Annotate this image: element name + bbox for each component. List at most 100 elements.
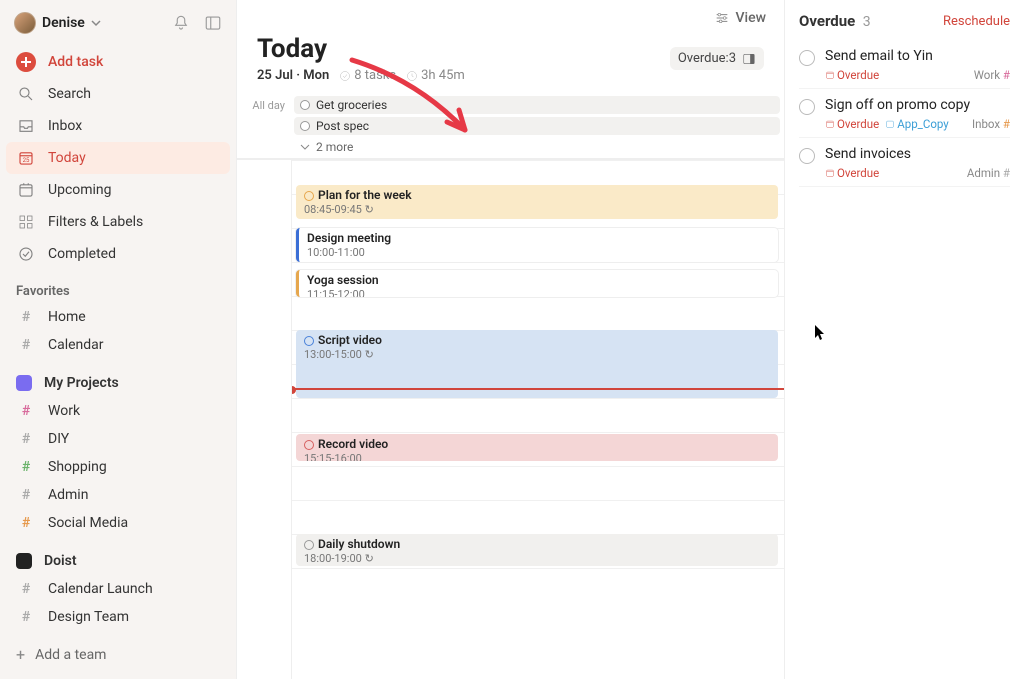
date-label: 25 Jul · Mon: [257, 68, 329, 83]
recurring-icon: ↻: [365, 552, 374, 565]
calendar-event[interactable]: Yoga session11:15-12:00: [296, 270, 778, 297]
recurring-icon: ↻: [365, 348, 374, 361]
calendar-event[interactable]: Plan for the week08:45-09:45 ↻: [296, 185, 778, 219]
page-title: Today: [257, 34, 465, 64]
task-ring[interactable]: [304, 440, 314, 450]
add-task-button[interactable]: Add task: [6, 46, 230, 78]
doist-avatar: [16, 553, 32, 569]
sidebar-item-shopping[interactable]: #Shopping: [6, 453, 230, 481]
hash-icon: #: [16, 403, 36, 419]
task-ring[interactable]: [300, 100, 310, 110]
plus-icon: [16, 52, 36, 72]
allday-more[interactable]: 2 more: [294, 138, 780, 156]
sidebar-item-completed[interactable]: Completed: [6, 238, 230, 270]
task-ring[interactable]: [300, 121, 310, 131]
hour-row: 15:00: [292, 398, 784, 432]
panel-icon: [742, 52, 756, 66]
task-count: 8 tasks: [339, 68, 396, 83]
sidebar: Denise Add taskSearchInbox25TodayUpcomin…: [0, 0, 237, 679]
svg-text:25: 25: [23, 157, 30, 164]
now-indicator: 14:45: [292, 388, 784, 390]
sidebar-item-inbox[interactable]: Inbox: [6, 110, 230, 142]
user-name: Denise: [42, 15, 85, 31]
hash-icon: #: [1003, 68, 1010, 82]
inbox-icon: [16, 116, 36, 136]
hash-icon: #: [16, 609, 36, 625]
overdue-item[interactable]: Send invoicesOverdueAdmin #: [799, 138, 1010, 187]
hour-row: 17:00: [292, 466, 784, 500]
allday-row: All day Get groceriesPost spec2 more: [237, 93, 784, 159]
overdue-chip[interactable]: Overdue:3: [670, 47, 764, 70]
hash-icon: #: [16, 515, 36, 531]
task-ring[interactable]: [304, 191, 314, 201]
hash-icon: #: [16, 581, 36, 597]
hash-icon: #: [16, 309, 36, 325]
calendar-event[interactable]: Design meeting10:00-11:00: [296, 228, 778, 262]
today-icon: 25: [16, 148, 36, 168]
chevron-down-icon: [91, 18, 101, 28]
overdue-tag: Overdue: [825, 117, 879, 131]
overdue-tag: Overdue: [825, 166, 879, 180]
sidebar-item-search[interactable]: Search: [6, 78, 230, 110]
doist-header[interactable]: Doist: [0, 547, 236, 575]
sliders-icon: [714, 10, 730, 26]
overdue-panel: Overdue 3 Reschedule Send email to YinOv…: [784, 0, 1024, 679]
hour-row: 12:00: [292, 296, 784, 330]
overdue-count: 3: [863, 14, 871, 30]
hour-row: 20:00: [292, 568, 784, 602]
sidebar-item-calendar-launch[interactable]: #Calendar Launch: [6, 575, 230, 603]
task-ring[interactable]: [304, 540, 314, 550]
hash-icon: #: [16, 487, 36, 503]
allday-event[interactable]: Post spec: [294, 117, 780, 135]
sidebar-item-admin[interactable]: #Admin: [6, 481, 230, 509]
project-label: Work #: [974, 68, 1010, 82]
sidebar-item-design-team[interactable]: #Design Team: [6, 603, 230, 631]
sidebar-item-calendar[interactable]: #Calendar: [6, 331, 230, 359]
favorites-label: Favorites: [0, 270, 236, 303]
sidebar-toggle-icon[interactable]: [204, 14, 222, 32]
calendar-event[interactable]: Record video15:15-16:00: [296, 434, 778, 461]
sidebar-item-today[interactable]: 25Today: [6, 142, 230, 174]
sidebar-item-home[interactable]: #Home: [6, 303, 230, 331]
app-tag: App_Copy: [885, 117, 949, 131]
search-icon: [16, 84, 36, 104]
main: View Today 25 Jul · Mon 8 tasks 3h 4: [237, 0, 784, 679]
overdue-item[interactable]: Send email to YinOverdueWork #: [799, 40, 1010, 89]
user-menu[interactable]: Denise: [14, 12, 101, 34]
reschedule-button[interactable]: Reschedule: [943, 14, 1010, 29]
my-projects-header[interactable]: My Projects: [0, 369, 236, 397]
upcoming-icon: [16, 180, 36, 200]
my-projects-avatar: [16, 375, 32, 391]
sidebar-item-diy[interactable]: #DIY: [6, 425, 230, 453]
project-label: Admin #: [967, 166, 1010, 180]
sidebar-item-upcoming[interactable]: Upcoming: [6, 174, 230, 206]
task-ring[interactable]: [304, 336, 314, 346]
view-button[interactable]: View: [714, 10, 767, 26]
hash-icon: #: [1003, 117, 1010, 131]
overdue-item[interactable]: Sign off on promo copyOverdueApp_CopyInb…: [799, 89, 1010, 138]
sidebar-item-filters-labels[interactable]: Filters & Labels: [6, 206, 230, 238]
hash-icon: #: [16, 337, 36, 353]
task-ring[interactable]: [799, 50, 815, 66]
hash-icon: #: [16, 431, 36, 447]
sidebar-item-work[interactable]: #Work: [6, 397, 230, 425]
hash-icon: #: [1003, 166, 1010, 180]
sidebar-item-social-media[interactable]: #Social Media: [6, 509, 230, 537]
chevron-down-icon: [300, 142, 310, 152]
hour-row: 18:00: [292, 500, 784, 534]
project-label: Inbox #: [972, 117, 1010, 131]
avatar: [14, 12, 36, 34]
task-ring[interactable]: [799, 148, 815, 164]
calendar-event[interactable]: Daily shutdown18:00-19:00 ↻: [296, 534, 778, 566]
check-circle-icon: [339, 70, 351, 82]
add-team-button[interactable]: + Add a team: [6, 637, 230, 672]
overdue-title: Overdue: [799, 12, 855, 30]
notifications-icon[interactable]: [172, 14, 190, 32]
recurring-icon: ↻: [365, 203, 374, 216]
overdue-tag: Overdue: [825, 68, 879, 82]
task-ring[interactable]: [799, 99, 815, 115]
filters-icon: [16, 212, 36, 232]
allday-event[interactable]: Get groceries: [294, 96, 780, 114]
clock-icon: [406, 70, 418, 82]
completed-icon: [16, 244, 36, 264]
